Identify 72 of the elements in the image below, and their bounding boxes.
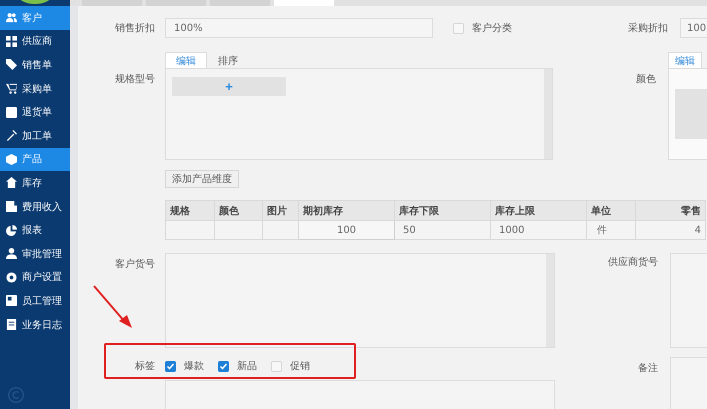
sidebar-item[interactable]: 加工单 xyxy=(0,124,70,148)
sidebar-item[interactable]: 库存 xyxy=(0,171,70,195)
sidebar-item[interactable]: 员工管理 xyxy=(0,289,70,313)
sidebar-item[interactable]: 采购单 xyxy=(0,76,70,100)
checkbox[interactable] xyxy=(165,360,176,372)
column-header: 库存下限 xyxy=(394,200,490,220)
sidebar-item[interactable]: 客户 xyxy=(0,6,70,30)
sidebar-item[interactable]: 供应商 xyxy=(0,30,70,54)
sidebar-item[interactable]: 产品 xyxy=(0,148,70,172)
table-cell: 件 xyxy=(586,220,636,240)
table-cell: 50 xyxy=(394,220,490,240)
field-label: 标签 xyxy=(134,360,156,373)
sidebar-item[interactable]: 销售单 xyxy=(0,53,70,77)
input-field[interactable]: 100 xyxy=(680,18,707,38)
add-dimension-button[interactable]: 添加产品维度 xyxy=(165,170,239,188)
field-label: 客户货号 xyxy=(114,258,156,271)
pie-chart-icon xyxy=(6,224,17,236)
column-header: 零售 xyxy=(636,200,706,220)
list-icon xyxy=(6,319,17,330)
sidebar-item[interactable]: 业务日志 xyxy=(0,312,70,336)
table-cell: 1000 xyxy=(490,220,586,240)
tab[interactable]: 排序 xyxy=(207,52,249,68)
field-label: 采购折扣 xyxy=(628,22,669,35)
house-icon xyxy=(6,177,17,188)
column-header: 期初库存 xyxy=(298,200,394,220)
table-cell xyxy=(166,220,214,240)
people-icon xyxy=(6,12,17,24)
field-label: 备注 xyxy=(637,362,659,375)
table-cell: 4 xyxy=(636,220,706,240)
checkbox[interactable] xyxy=(218,360,229,372)
text-area[interactable] xyxy=(670,357,707,409)
id-card-icon xyxy=(6,295,17,306)
column-header: 图片 xyxy=(262,200,298,220)
sidebar-item[interactable]: 商户设置 xyxy=(0,266,70,290)
field-label: 供应商货号 xyxy=(607,256,659,269)
field-label: 颜色 xyxy=(635,72,657,86)
text-area[interactable] xyxy=(670,253,707,348)
input-field[interactable]: 100 xyxy=(298,220,394,240)
sidebar-item[interactable]: 审批管理 xyxy=(0,242,70,266)
table-cell xyxy=(262,220,298,240)
annotation-arrow xyxy=(92,284,134,330)
grid-icon xyxy=(6,36,17,47)
text-area[interactable] xyxy=(165,253,555,348)
tool-icon xyxy=(6,130,17,142)
tab[interactable]: 编辑 xyxy=(668,52,702,68)
checkbox-label: 新品 xyxy=(237,360,257,373)
sidebar-item[interactable]: 报表 xyxy=(0,218,70,242)
column-header: 规格 xyxy=(166,200,214,220)
tab[interactable]: 编辑 xyxy=(165,52,207,68)
scrollbar[interactable] xyxy=(544,69,552,159)
tray-icon xyxy=(6,106,17,118)
person-icon xyxy=(6,248,17,260)
column-header: 颜色 xyxy=(214,200,262,220)
checkbox-label: 爆款 xyxy=(184,360,204,373)
field-label: 规格型号 xyxy=(114,72,156,86)
column-header: 库存上限 xyxy=(490,200,586,220)
box-icon xyxy=(6,154,17,165)
tag-icon xyxy=(6,59,17,70)
text-area[interactable] xyxy=(165,380,555,409)
cart-icon xyxy=(6,83,17,94)
sidebar-item[interactable]: 费用收入 xyxy=(0,194,70,218)
document-icon xyxy=(6,201,17,212)
scrollbar[interactable] xyxy=(546,254,554,347)
checkbox-label: 促销 xyxy=(290,360,310,373)
table-cell xyxy=(214,220,262,240)
sidebar-item[interactable]: 退货单 xyxy=(0,100,70,124)
checkbox-label: 客户分类 xyxy=(472,22,512,35)
column-header: 单位 xyxy=(586,200,636,220)
input-field[interactable]: 100% xyxy=(165,18,433,38)
field-label: 销售折扣 xyxy=(114,22,156,35)
gear-icon xyxy=(6,272,17,283)
copyright-icon xyxy=(8,387,24,403)
